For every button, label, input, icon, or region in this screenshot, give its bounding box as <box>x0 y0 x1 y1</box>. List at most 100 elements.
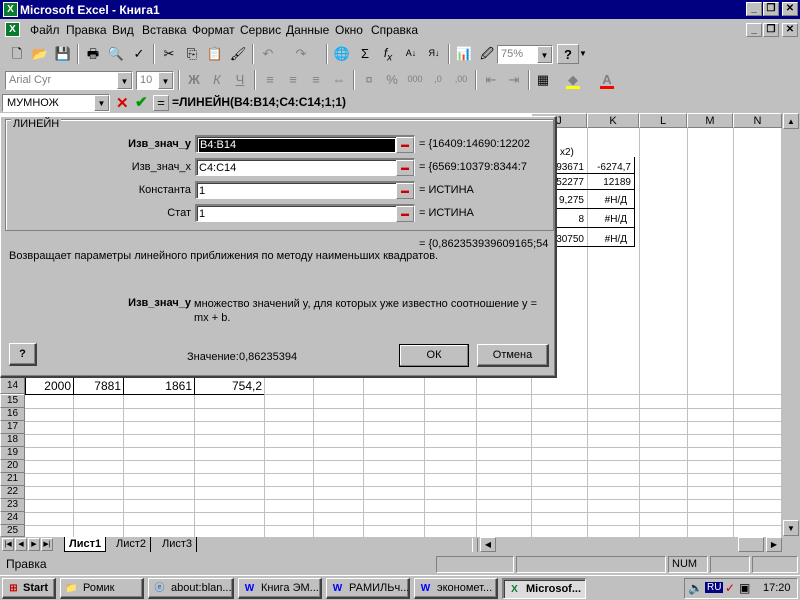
tray-icon[interactable]: ▣ <box>739 581 750 595</box>
comma-style-icon[interactable]: 000 <box>404 70 426 90</box>
bold-icon[interactable]: Ж <box>183 70 205 90</box>
align-left-icon[interactable]: ≡ <box>259 70 281 90</box>
menu-format[interactable]: Формат <box>192 23 235 37</box>
task-word-ramil[interactable]: W РАМИЛЬч... <box>326 578 410 599</box>
arg-input-const[interactable]: 1 ▬ <box>195 181 415 199</box>
percent-icon[interactable]: % <box>381 70 403 90</box>
cancel-icon[interactable]: ✕ <box>116 94 129 112</box>
scroll-down-icon[interactable]: ▼ <box>783 520 799 536</box>
autosum-icon[interactable]: Σ <box>354 44 376 64</box>
scroll-left-icon[interactable]: ◀ <box>480 537 496 552</box>
collapse-dialog-icon[interactable]: ▬ <box>396 160 414 176</box>
collapse-dialog-icon[interactable]: ▬ <box>396 206 414 222</box>
spelling-icon[interactable]: ✓ <box>128 44 150 64</box>
redo-icon[interactable]: ↷ <box>290 44 312 64</box>
language-indicator[interactable]: RU <box>705 582 724 593</box>
align-center-icon[interactable]: ≡ <box>282 70 304 90</box>
chevron-down-icon[interactable]: ▼ <box>158 72 173 89</box>
doc-close-button[interactable]: ✕ <box>782 23 798 37</box>
name-box[interactable]: МУМНОЖ ▼ <box>2 94 110 112</box>
chevron-down-icon[interactable]: ▼ <box>117 72 132 89</box>
column-header-n[interactable]: N <box>733 113 782 128</box>
column-header-l[interactable]: L <box>639 113 687 128</box>
menu-help[interactable]: Справка <box>371 23 418 37</box>
doc-minimize-button[interactable]: _ <box>746 23 762 37</box>
column-header-k[interactable]: K <box>587 113 639 128</box>
tab-split-handle[interactable] <box>472 538 478 552</box>
task-romik[interactable]: 📁 Ромик <box>60 578 144 599</box>
menu-data[interactable]: Данные <box>286 23 329 37</box>
enter-icon[interactable]: ✔ <box>135 93 148 111</box>
task-word-kniga[interactable]: W Книга ЭМ... <box>238 578 322 599</box>
save-icon[interactable]: 💾 <box>52 44 74 64</box>
menu-edit[interactable]: Правка <box>66 23 107 37</box>
help-icon[interactable]: ? <box>557 44 579 64</box>
menu-file[interactable]: Файл <box>30 23 60 37</box>
excel-icon[interactable]: X <box>3 2 18 17</box>
task-browser[interactable]: ⓔ about:blan... <box>148 578 234 599</box>
vertical-scrollbar[interactable]: ▲ ▼ <box>782 113 800 537</box>
formula-input[interactable]: =ЛИНЕЙН(B4:B14;C4:C14;1;1) <box>172 95 346 109</box>
ok-button[interactable]: ОК <box>399 344 469 367</box>
next-sheet-icon[interactable]: ▶ <box>28 538 40 551</box>
prev-sheet-icon[interactable]: ◀ <box>15 538 27 551</box>
decrease-decimal-icon[interactable]: ,00 <box>450 70 472 90</box>
horizontal-scrollbar[interactable]: ◀ ▶ <box>480 537 782 553</box>
last-sheet-icon[interactable]: ▶| <box>41 538 53 551</box>
currency-icon[interactable]: ¤ <box>358 70 380 90</box>
menu-tools[interactable]: Сервис <box>240 23 281 37</box>
align-right-icon[interactable]: ≡ <box>305 70 327 90</box>
function-icon[interactable]: fx <box>377 44 399 64</box>
start-button[interactable]: ⊞ Start <box>2 578 56 599</box>
edit-formula-icon[interactable]: = <box>153 95 169 111</box>
tab-sheet2[interactable]: Лист2 <box>112 537 152 552</box>
drawing-icon[interactable]: 🖉 <box>476 44 498 64</box>
chevron-down-icon[interactable]: ▼ <box>537 46 552 63</box>
increase-indent-icon[interactable]: ⇥ <box>503 70 525 90</box>
task-excel[interactable]: X Microsof... <box>502 578 586 599</box>
close-button[interactable]: ✕ <box>782 2 798 16</box>
paste-icon[interactable]: 📋 <box>204 44 226 64</box>
menu-insert[interactable]: Вставка <box>142 23 187 37</box>
maximize-button[interactable]: ❐ <box>763 2 779 16</box>
tab-sheet1[interactable]: Лист1 <box>64 537 107 552</box>
help-icon[interactable]: ? <box>9 343 37 366</box>
copy-icon[interactable]: ⎘ <box>181 44 203 64</box>
font-name-select[interactable]: Arial Cyr ▼ <box>5 71 133 90</box>
underline-icon[interactable]: Ч <box>229 70 251 90</box>
scroll-right-icon[interactable]: ▶ <box>766 537 782 552</box>
cancel-button[interactable]: Отмена <box>477 344 549 367</box>
chart-wizard-icon[interactable]: 📊 <box>453 44 475 64</box>
open-icon[interactable]: 📂 <box>29 44 51 64</box>
new-icon[interactable]: 🗋 <box>6 44 28 64</box>
sort-descending-icon[interactable]: Я↓ <box>423 44 445 64</box>
arg-input-known-x[interactable]: C4:C14 ▬ <box>195 158 415 176</box>
font-size-select[interactable]: 10 ▼ <box>136 71 174 90</box>
undo-icon[interactable]: ↶ <box>257 44 279 64</box>
chevron-down-icon[interactable]: ▼ <box>94 95 109 111</box>
cut-icon[interactable]: ✂ <box>158 44 180 64</box>
format-painter-icon[interactable]: 🖌 <box>227 44 249 64</box>
merge-center-icon[interactable]: ⇔ <box>328 70 350 90</box>
print-preview-icon[interactable]: 🔍 <box>105 44 127 64</box>
collapse-dialog-icon[interactable]: ▬ <box>396 137 414 153</box>
first-sheet-icon[interactable]: |◀ <box>2 538 14 551</box>
doc-restore-button[interactable]: ❐ <box>763 23 779 37</box>
scroll-thumb[interactable] <box>738 537 764 552</box>
column-header-m[interactable]: M <box>687 113 733 128</box>
hyperlink-icon[interactable]: 🌐 <box>331 44 353 64</box>
sort-ascending-icon[interactable]: A↓ <box>400 44 422 64</box>
collapse-dialog-icon[interactable]: ▬ <box>396 183 414 199</box>
increase-decimal-icon[interactable]: ,0 <box>427 70 449 90</box>
tab-sheet3[interactable]: Лист3 <box>158 537 198 552</box>
italic-icon[interactable]: К <box>206 70 228 90</box>
minimize-button[interactable]: _ <box>746 2 762 16</box>
scroll-up-icon[interactable]: ▲ <box>783 113 799 129</box>
chevron-down-icon[interactable]: ▼ <box>578 44 588 64</box>
zoom-select[interactable]: 75% ▼ <box>497 45 553 64</box>
task-word-econom[interactable]: Wэкономет... <box>414 578 498 599</box>
print-icon[interactable]: 🖶 <box>82 44 104 64</box>
menu-view[interactable]: Вид <box>112 23 134 37</box>
menu-window[interactable]: Окно <box>335 23 363 37</box>
decrease-indent-icon[interactable]: ⇤ <box>480 70 502 90</box>
